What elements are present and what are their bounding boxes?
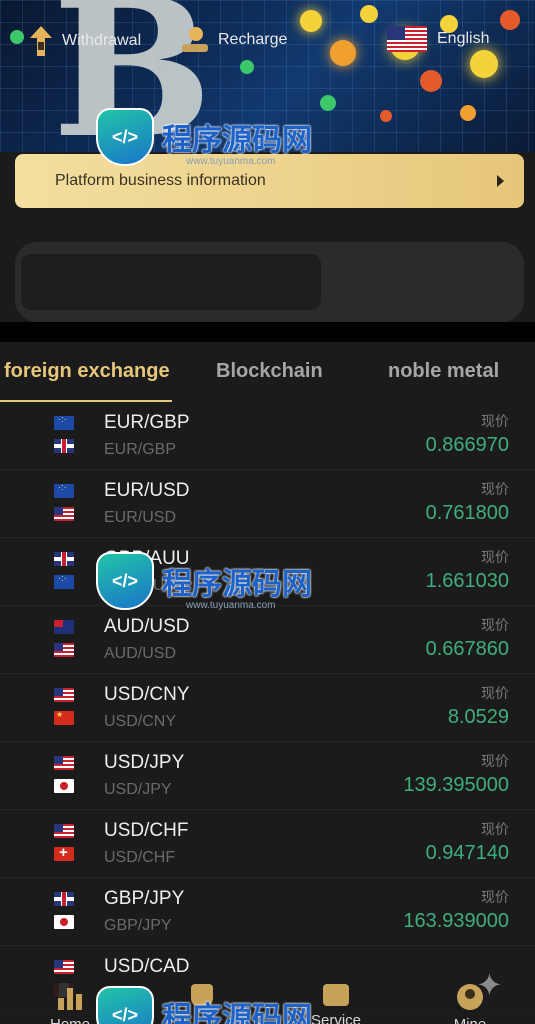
watermark-url: www.tuyuanma.com <box>186 156 276 167</box>
section-divider <box>0 322 535 342</box>
us-flag-icon <box>387 26 427 52</box>
chevron-right-icon <box>497 175 504 187</box>
price-label: 现价 <box>481 549 509 565</box>
nav-home[interactable]: Home <box>40 984 100 1024</box>
nav-label: Home <box>50 1016 90 1024</box>
watermark: </> 程序源码网 www.tuyuanma.com <box>96 108 312 167</box>
watermark-text: 程序源码网 <box>162 1001 312 1024</box>
price-value: 0.667860 <box>425 638 509 660</box>
pair-name: AUD/USD <box>104 616 190 637</box>
us-flag-icon <box>54 756 74 770</box>
recharge-label: Recharge <box>218 31 288 48</box>
action-panel <box>15 242 524 322</box>
pair-subtitle: GBP/JPY <box>104 917 172 934</box>
nav-label: Service <box>310 1012 362 1024</box>
watermark-url: www.tuyuanma.com <box>186 600 276 611</box>
price-value: 163.939000 <box>403 910 509 932</box>
quote-row[interactable]: GBP/JPY GBP/JPY 现价 163.939000 <box>0 878 535 946</box>
price-label: 现价 <box>481 821 509 837</box>
price-label: 现价 <box>481 685 509 701</box>
pair-name: USD/CAD <box>104 956 190 977</box>
pair-name: EUR/USD <box>104 480 190 501</box>
quote-row[interactable]: AUD/USD AUD/USD 现价 0.667860 <box>0 606 535 674</box>
price-label: 现价 <box>481 753 509 769</box>
quote-row[interactable]: USD/CHF USD/CHF 现价 0.947140 <box>0 810 535 878</box>
pair-name: USD/CHF <box>104 820 189 841</box>
jp-flag-icon <box>54 779 74 793</box>
quote-row[interactable]: EUR/USD EUR/USD 现价 0.761800 <box>0 470 535 538</box>
market-tabs: foreign exchange Blockchain noble metal <box>0 342 535 402</box>
nav-service[interactable]: Service <box>306 984 366 1024</box>
quote-list: EUR/GBP EUR/GBP 现价 0.866970 EUR/USD EUR/… <box>0 402 535 1014</box>
pair-subtitle: USD/CHF <box>104 849 176 866</box>
quote-row[interactable]: USD/JPY USD/JPY 现价 139.395000 <box>0 742 535 810</box>
eu-flag-icon <box>54 416 74 430</box>
pair-subtitle: USD/JPY <box>104 781 172 798</box>
us-flag-icon <box>54 688 74 702</box>
withdrawal-icon <box>30 26 52 56</box>
watermark-text: 程序源码网 <box>162 123 312 158</box>
watermark-badge: </> <box>96 552 154 610</box>
us-flag-icon <box>54 960 74 974</box>
tab-foreign-exchange[interactable]: foreign exchange <box>0 360 172 402</box>
price-value: 8.0529 <box>447 706 509 728</box>
cn-flag-icon <box>54 711 74 725</box>
gb-flag-icon <box>54 892 74 906</box>
price-label: 现价 <box>481 413 509 429</box>
pair-name: GBP/JPY <box>104 888 185 909</box>
watermark: </> 程序源码网 <box>96 986 312 1024</box>
price-value: 0.866970 <box>425 434 509 456</box>
pair-subtitle: USD/CNY <box>104 713 177 730</box>
price-value: 1.661030 <box>425 570 509 592</box>
withdrawal-label: Withdrawal <box>62 32 142 49</box>
us-flag-icon <box>54 643 74 657</box>
eu-flag-icon <box>54 484 74 498</box>
gb-flag-icon <box>54 439 74 453</box>
withdrawal-button[interactable]: Withdrawal <box>30 26 141 56</box>
sparkle-icon: ✦ <box>476 967 503 1003</box>
au-flag-icon <box>54 620 74 634</box>
language-label: English <box>437 30 490 47</box>
watermark-text: 程序源码网 <box>162 567 312 602</box>
watermark-badge: </> <box>96 108 154 166</box>
pair-subtitle: EUR/USD <box>104 509 177 526</box>
recharge-icon <box>182 27 208 52</box>
pair-name: USD/JPY <box>104 752 185 773</box>
recharge-button[interactable]: Recharge <box>182 26 287 54</box>
tab-noble-metal[interactable]: noble metal <box>388 360 499 383</box>
tab-blockchain[interactable]: Blockchain <box>216 360 323 383</box>
pair-name: USD/CNY <box>104 684 190 705</box>
us-flag-icon <box>54 824 74 838</box>
language-selector[interactable]: English <box>387 26 489 52</box>
price-label: 现价 <box>481 617 509 633</box>
us-flag-icon <box>54 507 74 521</box>
watermark-badge: </> <box>96 986 154 1024</box>
price-label: 现价 <box>481 481 509 497</box>
pair-subtitle: EUR/GBP <box>104 441 177 458</box>
price-value: 0.947140 <box>425 842 509 864</box>
price-value: 139.395000 <box>403 774 509 796</box>
price-label: 现价 <box>481 889 509 905</box>
notice-text: Platform business information <box>55 172 266 189</box>
chat-icon <box>323 984 349 1006</box>
nav-label: Mine <box>454 1016 487 1024</box>
action-group <box>21 254 321 310</box>
pair-name: EUR/GBP <box>104 412 190 433</box>
ch-flag-icon <box>54 847 74 861</box>
bar-chart-icon <box>58 984 82 1010</box>
pair-subtitle: AUD/USD <box>104 645 177 662</box>
quote-row[interactable]: USD/CNY USD/CNY 现价 8.0529 <box>0 674 535 742</box>
quote-row[interactable]: EUR/GBP EUR/GBP 现价 0.866970 <box>0 402 535 470</box>
gb-flag-icon <box>54 552 74 566</box>
jp-flag-icon <box>54 915 74 929</box>
eu-flag-icon <box>54 575 74 589</box>
watermark: </> 程序源码网 www.tuyuanma.com <box>96 552 312 611</box>
price-value: 0.761800 <box>425 502 509 524</box>
